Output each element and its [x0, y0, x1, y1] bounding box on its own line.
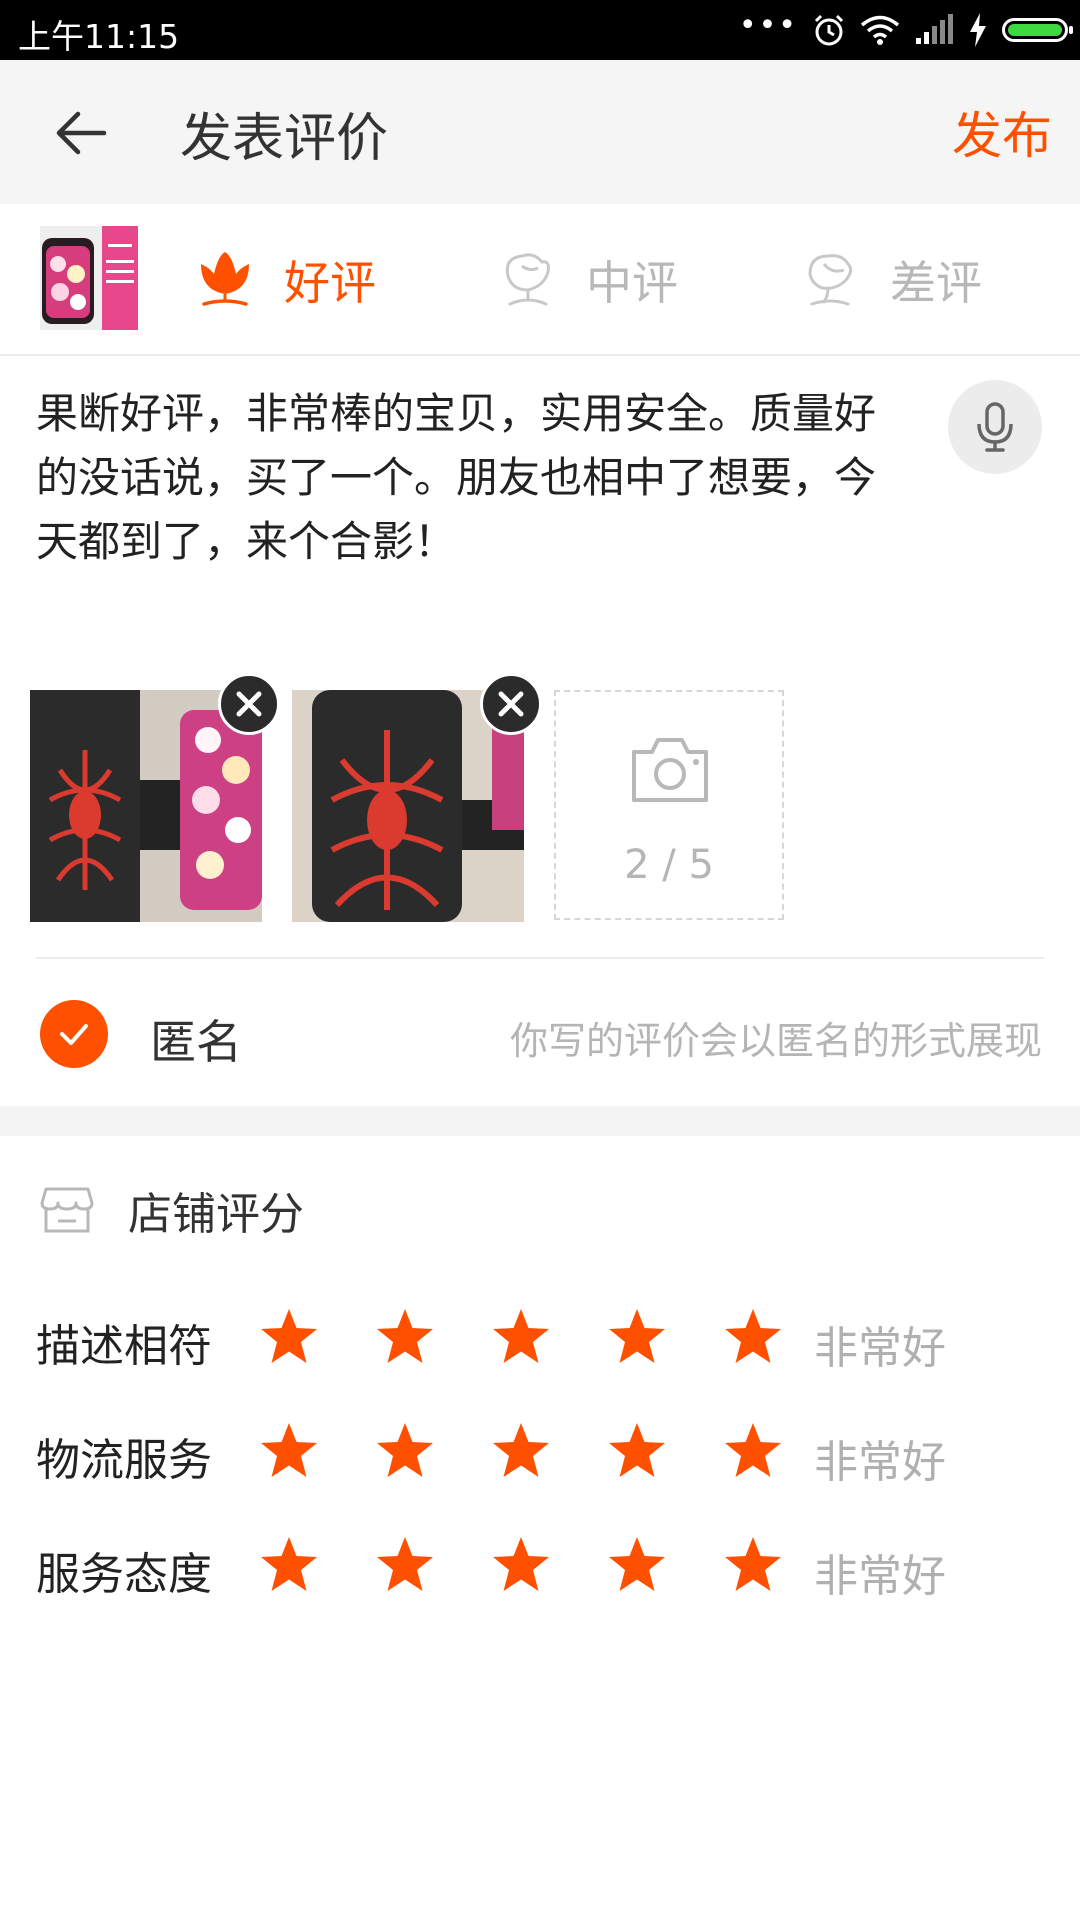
star-icon[interactable]	[722, 1420, 784, 1482]
tab-bad-review[interactable]: 差评	[802, 240, 982, 320]
voice-input-button[interactable]	[948, 380, 1042, 474]
back-button[interactable]	[50, 102, 112, 164]
star-icon[interactable]	[258, 1306, 320, 1368]
star-icon[interactable]	[722, 1534, 784, 1596]
rating-row-label: 物流服务	[36, 1435, 212, 1486]
anonymous-label[interactable]: 匿名	[150, 1006, 242, 1072]
rating-verdict: 非常好	[814, 1323, 946, 1374]
status-time: 上午11:15	[18, 17, 180, 56]
wilted-flower-icon	[808, 254, 853, 306]
star-icon[interactable]	[374, 1534, 436, 1596]
signal-icon	[916, 14, 953, 44]
tab-neutral-review[interactable]: 中评	[498, 240, 678, 320]
more-dots-icon: •••	[738, 8, 798, 43]
add-photo-button[interactable]: 2 / 5	[554, 690, 784, 920]
top-app-bar: 发表评价 发布	[0, 60, 1080, 204]
rating-row-service: 服务态度 非常好	[36, 1534, 1046, 1604]
rating-row-description: 描述相符 非常好	[36, 1306, 1046, 1376]
tab-label: 差评	[890, 256, 982, 310]
review-text-field[interactable]: 果断好评，非常棒的宝贝，实用安全。质量好的没话说，买了一个。朋友也相中了想要，今…	[36, 382, 916, 574]
close-icon	[236, 691, 262, 717]
star-icon[interactable]	[490, 1420, 552, 1482]
shop-rating-title: 店铺评分	[128, 1189, 304, 1240]
microphone-icon	[977, 402, 1013, 452]
anonymous-checkbox[interactable]	[40, 1000, 108, 1068]
shop-rating-header: 店铺评分	[40, 1178, 304, 1242]
remove-photo-button[interactable]	[218, 673, 280, 735]
star-icon[interactable]	[490, 1306, 552, 1368]
store-icon	[40, 1187, 94, 1233]
photo-count: 2 / 5	[624, 842, 714, 888]
publish-button[interactable]: 发布	[952, 96, 1052, 168]
anonymous-hint: 你写的评价会以匿名的形式展现	[509, 1019, 1042, 1063]
tab-label: 中评	[586, 256, 678, 310]
close-icon	[498, 691, 524, 717]
star-icon[interactable]	[606, 1306, 668, 1368]
rating-row-label: 描述相符	[36, 1321, 212, 1372]
rating-row-label: 服务态度	[36, 1549, 212, 1600]
tab-label: 好评	[284, 256, 376, 310]
star-icon[interactable]	[722, 1306, 784, 1368]
wifi-icon	[860, 15, 900, 45]
rating-row-logistics: 物流服务 非常好	[36, 1420, 1046, 1490]
section-separator	[0, 1106, 1080, 1136]
back-arrow-icon	[56, 111, 107, 155]
rating-verdict: 非常好	[814, 1437, 946, 1488]
divider	[36, 957, 1044, 959]
rating-verdict: 非常好	[814, 1551, 946, 1602]
status-bar: 上午11:15 •••	[0, 0, 1080, 60]
star-icon[interactable]	[606, 1534, 668, 1596]
star-icon[interactable]	[606, 1420, 668, 1482]
page-title: 发表评价	[180, 109, 389, 169]
remove-photo-button[interactable]	[480, 673, 542, 735]
tab-good-review[interactable]: 好评	[196, 240, 376, 320]
star-icon[interactable]	[258, 1534, 320, 1596]
charging-icon	[970, 13, 986, 47]
star-icon[interactable]	[258, 1420, 320, 1482]
alarm-icon	[814, 14, 844, 46]
neutral-flower-icon	[505, 253, 550, 306]
battery-icon	[1002, 18, 1073, 42]
camera-icon	[632, 738, 708, 802]
star-icon[interactable]	[490, 1534, 552, 1596]
product-thumbnail	[40, 226, 138, 330]
rating-selector: 好评 中评 差评	[0, 204, 1080, 356]
check-icon	[60, 1024, 88, 1045]
star-icon[interactable]	[374, 1420, 436, 1482]
flower-icon	[201, 252, 249, 306]
star-icon[interactable]	[374, 1306, 436, 1368]
